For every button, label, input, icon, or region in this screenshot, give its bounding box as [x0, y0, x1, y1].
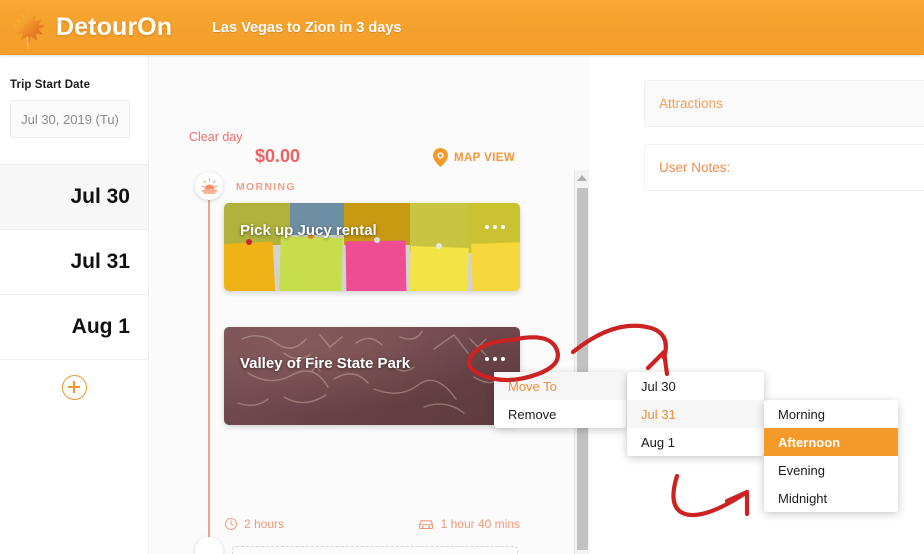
activity-card-valley-of-fire[interactable]: Valley of Fire State Park	[224, 327, 520, 425]
card-menu-button[interactable]	[485, 225, 505, 229]
drag-drop-zone[interactable]: Drag & Drop to add activities	[232, 546, 518, 554]
sidebar-day-jul-31[interactable]: Jul 31	[0, 230, 148, 295]
sidebar-day-jul-30[interactable]: Jul 30	[0, 165, 148, 230]
menu-item-move-to[interactable]: Move To	[494, 372, 626, 400]
caret-up-icon[interactable]	[577, 175, 587, 181]
trip-start-date-input[interactable]: Jul 30, 2019 (Tu)	[10, 100, 130, 138]
add-day-button[interactable]	[0, 360, 148, 414]
transit-info: 1 hour 40 mins	[417, 517, 520, 531]
day-label: Jul 30	[70, 185, 130, 208]
sidebar-day-aug-1[interactable]: Aug 1	[0, 295, 148, 360]
map-view-button[interactable]: MAP VIEW	[432, 148, 515, 167]
brand-name: DetourOn	[56, 13, 173, 41]
left-sidebar: Trip Start Date Jul 30, 2019 (Tu) Jul 30…	[0, 55, 149, 554]
card-context-menu: Move To Remove	[494, 372, 626, 428]
day-price: $0.00	[255, 146, 301, 166]
petroglyph-rock-photo	[224, 327, 520, 425]
user-notes-field[interactable]: User Notes:	[644, 144, 924, 191]
activity-card-jucy-rental[interactable]: Pick up Jucy rental	[224, 203, 520, 291]
card-menu-button-active[interactable]	[485, 357, 505, 361]
map-view-label: MAP VIEW	[454, 151, 516, 164]
timeline-rail	[208, 185, 211, 554]
top-header-bar: DetourOn Las Vegas to Zion in 3 days	[0, 0, 924, 55]
clock-icon	[224, 517, 238, 531]
menu-item-remove[interactable]: Remove	[494, 400, 626, 428]
trip-title: Las Vegas to Zion in 3 days	[212, 19, 402, 36]
submenu-date-aug-1[interactable]: Aug 1	[627, 428, 764, 456]
sunrise-icon	[195, 172, 223, 200]
submenu-time-evening[interactable]: Evening	[764, 456, 898, 484]
app-root: DetourOn Las Vegas to Zion in 3 days Tri…	[0, 0, 924, 554]
car-icon	[418, 520, 433, 530]
submenu-time-midnight[interactable]: Midnight	[764, 484, 898, 512]
plus-circle-icon	[61, 374, 87, 400]
move-to-time-submenu: Morning Afternoon Evening Midnight	[764, 400, 898, 512]
weather-text: Clear day	[189, 130, 243, 144]
attractions-field[interactable]: Attractions	[644, 80, 924, 127]
card-title: Pick up Jucy rental	[240, 222, 377, 239]
ellipsis-icon	[485, 225, 489, 229]
scrollbar-thumb[interactable]	[577, 188, 588, 550]
map-pin-icon	[433, 148, 448, 167]
submenu-time-afternoon[interactable]: Afternoon	[764, 428, 898, 456]
day-label: Aug 1	[71, 315, 130, 338]
transit-text: 1 hour 40 mins	[440, 517, 520, 531]
day-label: Jul 31	[70, 250, 130, 273]
ellipsis-icon	[485, 357, 489, 361]
duration-text: 2 hours	[244, 517, 285, 531]
move-to-date-submenu: Jul 30 Jul 31 Aug 1	[627, 372, 764, 456]
duration-info: 2 hours	[224, 517, 284, 531]
itinerary-column: $0.00 MAP VIEW Clear day MORNING Pick up…	[150, 55, 590, 554]
card-title: Valley of Fire State Park	[240, 355, 411, 372]
maple-leaf-icon	[12, 9, 46, 49]
trip-start-label: Trip Start Date	[10, 79, 91, 91]
sticky-notes-photo	[224, 203, 520, 291]
itinerary-scrollbar[interactable]	[574, 170, 589, 554]
timeline-node-next	[195, 537, 223, 554]
submenu-date-jul-31[interactable]: Jul 31	[627, 400, 764, 428]
segment-label-morning: MORNING	[236, 181, 296, 193]
submenu-date-jul-30[interactable]: Jul 30	[627, 372, 764, 400]
submenu-time-morning[interactable]: Morning	[764, 400, 898, 428]
activity-meta-row: 2 hours 1 hour 40 mins	[224, 517, 520, 531]
